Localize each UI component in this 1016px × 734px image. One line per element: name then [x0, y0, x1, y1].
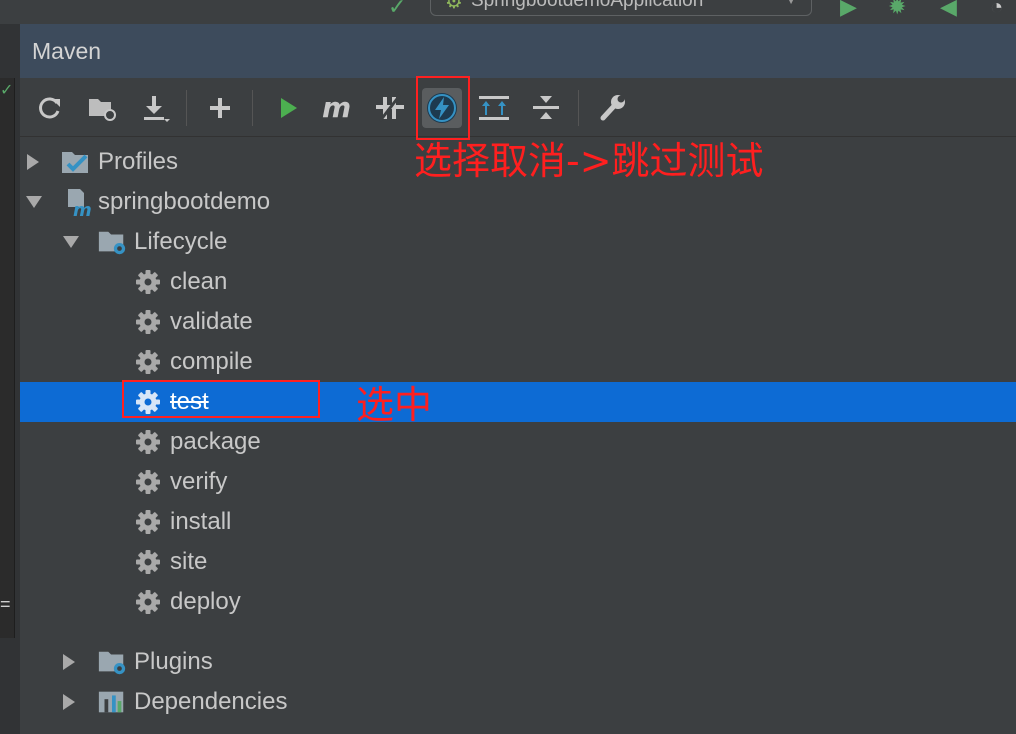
- lifecycle-phase-label: clean: [170, 268, 228, 295]
- tree-node-plugins[interactable]: Plugins: [20, 642, 1016, 682]
- run-icon: [281, 98, 297, 118]
- lifecycle-phase-clean[interactable]: clean: [20, 262, 1016, 302]
- show-dependencies-button[interactable]: [474, 88, 514, 128]
- tree-node-project[interactable]: m springbootdemo: [20, 182, 1016, 222]
- generate-sources-icon: [89, 99, 116, 121]
- tree-node-label: Plugins: [134, 648, 213, 675]
- plugins-folder-icon: [97, 647, 127, 677]
- gear-icon: [133, 427, 163, 457]
- svg-text:m: m: [73, 200, 92, 217]
- lifecycle-phase-package[interactable]: package: [20, 422, 1016, 462]
- profiler-icon[interactable]: ◔: [990, 0, 1003, 20]
- toolbar-separator: [252, 90, 253, 126]
- lifecycle-folder-icon: [97, 227, 127, 257]
- gear-icon: [133, 467, 163, 497]
- tree-node-label: springbootdemo: [98, 188, 271, 215]
- settings-wrench-icon: [600, 95, 625, 121]
- reload-icon: [39, 97, 60, 119]
- run-toolbar: ✓ ⚙ SpringbootdemoApplication ▼ ▶ ✹ ◀ ◔: [0, 0, 1016, 24]
- chevron-down-icon: ▼: [785, 0, 797, 7]
- tool-window-header: Maven: [20, 24, 1016, 78]
- generate-sources-button[interactable]: [82, 88, 122, 128]
- gear-icon: [133, 507, 163, 537]
- toolbar-separator: [186, 90, 187, 126]
- checkmark-icon: ✓: [0, 82, 14, 99]
- gear-icon: [133, 547, 163, 577]
- gear-icon: [133, 267, 163, 297]
- toggle-offline-icon: [376, 94, 404, 122]
- annotation-selection-box: [122, 380, 320, 418]
- lifecycle-phase-label: install: [170, 508, 232, 535]
- lifecycle-phase-label: site: [170, 548, 208, 575]
- lifecycle-phase-deploy[interactable]: deploy: [20, 582, 1016, 622]
- show-dependencies-icon: [479, 96, 509, 120]
- lifecycle-phase-compile[interactable]: compile: [20, 342, 1016, 382]
- maven-tool-window: Maven m 选择取消->跳过测试 Profiles m springboot…: [20, 24, 1016, 734]
- maven-toolbar: m: [20, 80, 1016, 137]
- gear-icon: [133, 347, 163, 377]
- toolbar-separator: [578, 90, 579, 126]
- lifecycle-phase-label: compile: [170, 348, 253, 375]
- debug-icon[interactable]: ✹: [888, 0, 906, 20]
- add-project-button[interactable]: [200, 88, 240, 128]
- lifecycle-phase-label: validate: [170, 308, 253, 335]
- gear-icon: [133, 307, 163, 337]
- reload-button[interactable]: [30, 88, 70, 128]
- annotation-highlight-box: [416, 76, 470, 140]
- tree-node-label: Lifecycle: [134, 228, 228, 255]
- collapse-all-icon: [533, 96, 559, 119]
- tree-node-dependencies[interactable]: Dependencies: [20, 682, 1016, 722]
- back-arrow-icon[interactable]: ✓: [388, 0, 406, 20]
- add-icon: [210, 98, 230, 118]
- download-icon: [144, 96, 170, 122]
- download-sources-button[interactable]: [136, 88, 176, 128]
- maven-module-icon: m: [62, 187, 92, 217]
- svg-text:m: m: [322, 93, 351, 123]
- spring-config-icon: ⚙: [445, 0, 463, 13]
- lifecycle-phase-validate[interactable]: validate: [20, 302, 1016, 342]
- tree-node-label: Dependencies: [134, 688, 288, 715]
- tool-window-title: Maven: [32, 37, 102, 64]
- lifecycle-phase-label: deploy: [170, 588, 241, 615]
- run-icon[interactable]: ▶: [840, 0, 857, 20]
- maven-settings-button[interactable]: [592, 88, 632, 128]
- lifecycle-phase-install[interactable]: install: [20, 502, 1016, 542]
- chevron-right-icon[interactable]: [63, 694, 75, 710]
- gear-icon: [133, 587, 163, 617]
- equals-icon: =: [0, 594, 11, 614]
- chevron-right-icon[interactable]: [27, 154, 39, 170]
- execute-goal-icon: m: [322, 93, 351, 123]
- coverage-icon[interactable]: ◀: [940, 0, 957, 20]
- annotation-selection-note: 选中: [356, 383, 433, 427]
- chevron-down-icon[interactable]: [26, 196, 42, 208]
- tree-node-label: Profiles: [98, 148, 179, 175]
- chevron-down-icon[interactable]: [63, 236, 79, 248]
- lifecycle-phase-label: package: [170, 428, 261, 455]
- tree-node-lifecycle[interactable]: Lifecycle: [20, 222, 1016, 262]
- tree-node-profiles[interactable]: Profiles: [20, 142, 1016, 182]
- editor-edge: [0, 78, 15, 638]
- dependencies-icon: [97, 687, 127, 717]
- run-configuration-dropdown[interactable]: ⚙ SpringbootdemoApplication ▼: [430, 0, 812, 16]
- chevron-right-icon[interactable]: [63, 654, 75, 670]
- lifecycle-phase-site[interactable]: site: [20, 542, 1016, 582]
- profiles-icon: [60, 147, 90, 177]
- toggle-offline-button[interactable]: [370, 88, 410, 128]
- run-configuration-label: SpringbootdemoApplication: [470, 0, 704, 11]
- execute-maven-goal-button[interactable]: m: [318, 88, 358, 128]
- run-maven-build-button[interactable]: [268, 88, 308, 128]
- collapse-all-button[interactable]: [526, 88, 566, 128]
- lifecycle-phase-verify[interactable]: verify: [20, 462, 1016, 502]
- lifecycle-phase-label: verify: [170, 468, 228, 495]
